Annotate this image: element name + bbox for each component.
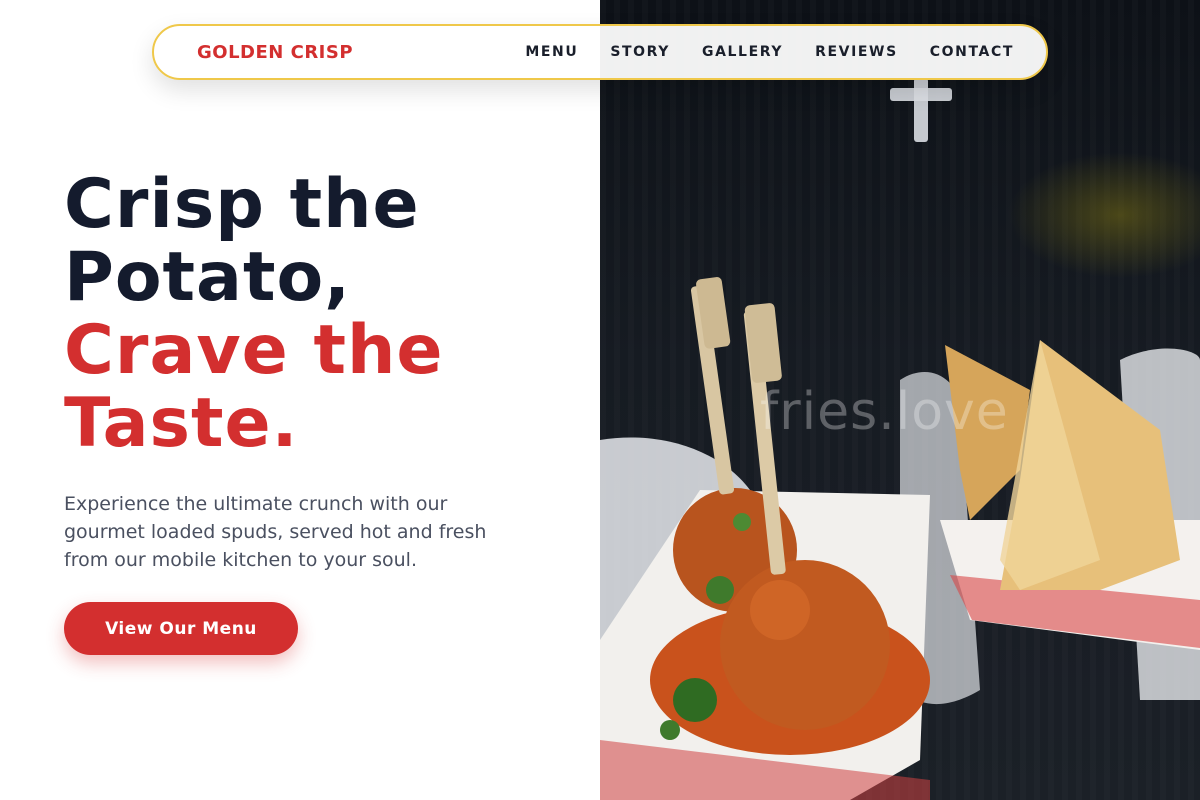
nav-link-reviews[interactable]: REVIEWS — [815, 44, 898, 60]
view-menu-button[interactable]: View Our Menu — [64, 602, 298, 655]
hero-photo: fries.love — [600, 0, 1200, 800]
nav-link-gallery[interactable]: GALLERY — [702, 44, 783, 60]
hero-title-line-4: Taste. — [64, 384, 299, 463]
nav-link-contact[interactable]: CONTACT — [930, 44, 1014, 60]
hero-title: Crisp the Potato, Crave the Taste. — [64, 168, 584, 460]
hero-description: Experience the ultimate crunch with our … — [64, 493, 487, 571]
hero-title-line-3: Crave the — [64, 311, 444, 390]
cross-emblem-bar — [890, 88, 952, 101]
nav-link-story[interactable]: STORY — [610, 44, 670, 60]
hero-title-line-1: Crisp the — [64, 165, 420, 244]
nav-link-menu[interactable]: MENU — [525, 44, 578, 60]
hero-section: Crisp the Potato, Crave the Taste. Exper… — [64, 168, 584, 655]
hero-title-line-2: Potato, — [64, 238, 352, 317]
navbar: GOLDEN CRISP MENU STORY GALLERY REVIEWS … — [152, 24, 1048, 80]
brand-logo[interactable]: GOLDEN CRISP — [197, 42, 353, 63]
photo-watermark: fries.love — [760, 382, 1009, 442]
nav-links: MENU STORY GALLERY REVIEWS CONTACT — [525, 44, 1014, 60]
